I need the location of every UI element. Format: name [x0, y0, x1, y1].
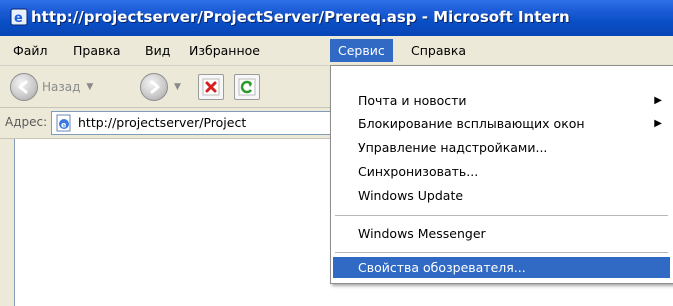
- address-value: http://projectserver/Project: [78, 115, 247, 130]
- menu-file[interactable]: Файл: [5, 39, 56, 62]
- menu-item-label: Управление надстройками...: [358, 140, 548, 155]
- menu-favorites[interactable]: Избранное: [181, 39, 268, 62]
- address-input[interactable]: e http://projectserver/Project: [51, 111, 373, 135]
- address-label: Адрес:: [5, 115, 48, 129]
- back-icon: [10, 73, 38, 101]
- menu-item-label: Windows Update: [358, 188, 464, 203]
- svg-text:e: e: [61, 121, 67, 130]
- stop-button[interactable]: [198, 74, 224, 100]
- ie-icon: e: [10, 8, 28, 26]
- refresh-button[interactable]: [234, 74, 260, 100]
- menu-tools[interactable]: Сервис: [330, 39, 393, 62]
- menu-item-internet-options[interactable]: Свойства обозревателя...: [333, 257, 670, 278]
- menu-item-windows-update[interactable]: Windows Update: [333, 185, 670, 207]
- menu-item-popup-blocker[interactable]: Блокирование всплывающих окон ▶: [333, 113, 670, 135]
- menu-item-mail-news[interactable]: Почта и новости ▶: [333, 90, 670, 112]
- menu-item-label: Блокирование всплывающих окон: [358, 116, 585, 131]
- menu-help[interactable]: Справка: [403, 39, 474, 62]
- forward-icon: [140, 73, 168, 101]
- menu-item-synchronize[interactable]: Синхронизовать...: [333, 161, 670, 183]
- menu-item-label: Почта и новости: [358, 93, 467, 108]
- menu-separator: [335, 252, 668, 253]
- menu-item-label: Свойства обозревателя...: [358, 260, 526, 275]
- chevron-down-icon[interactable]: ▼: [174, 82, 181, 92]
- menu-bar: Файл Правка Вид Избранное Сервис Справка: [0, 36, 673, 66]
- forward-button[interactable]: ▼: [140, 73, 181, 101]
- window-title: http://projectserver/ProjectServer/Prere…: [31, 8, 570, 26]
- menu-separator: [335, 215, 668, 216]
- menu-item-windows-messenger[interactable]: Windows Messenger: [333, 223, 670, 245]
- menu-item-label: Windows Messenger: [358, 226, 486, 241]
- tools-dropdown-menu: Почта и новости ▶ Блокирование всплывающ…: [330, 65, 673, 284]
- back-button[interactable]: Назад ▼: [10, 73, 93, 101]
- title-bar: e http://projectserver/ProjectServer/Pre…: [0, 0, 673, 36]
- back-label: Назад: [42, 80, 81, 94]
- svg-text:e: e: [14, 11, 23, 26]
- menu-item-label: Синхронизовать...: [358, 164, 479, 179]
- submenu-arrow-icon: ▶: [654, 118, 662, 129]
- page-icon: e: [56, 114, 71, 132]
- chevron-down-icon[interactable]: ▼: [86, 82, 93, 92]
- refresh-icon: [234, 74, 260, 100]
- submenu-arrow-icon: ▶: [654, 95, 662, 106]
- menu-edit[interactable]: Правка: [65, 39, 129, 62]
- menu-view[interactable]: Вид: [137, 39, 178, 62]
- menu-item-manage-addons[interactable]: Управление надстройками...: [333, 137, 670, 159]
- stop-icon: [198, 74, 224, 100]
